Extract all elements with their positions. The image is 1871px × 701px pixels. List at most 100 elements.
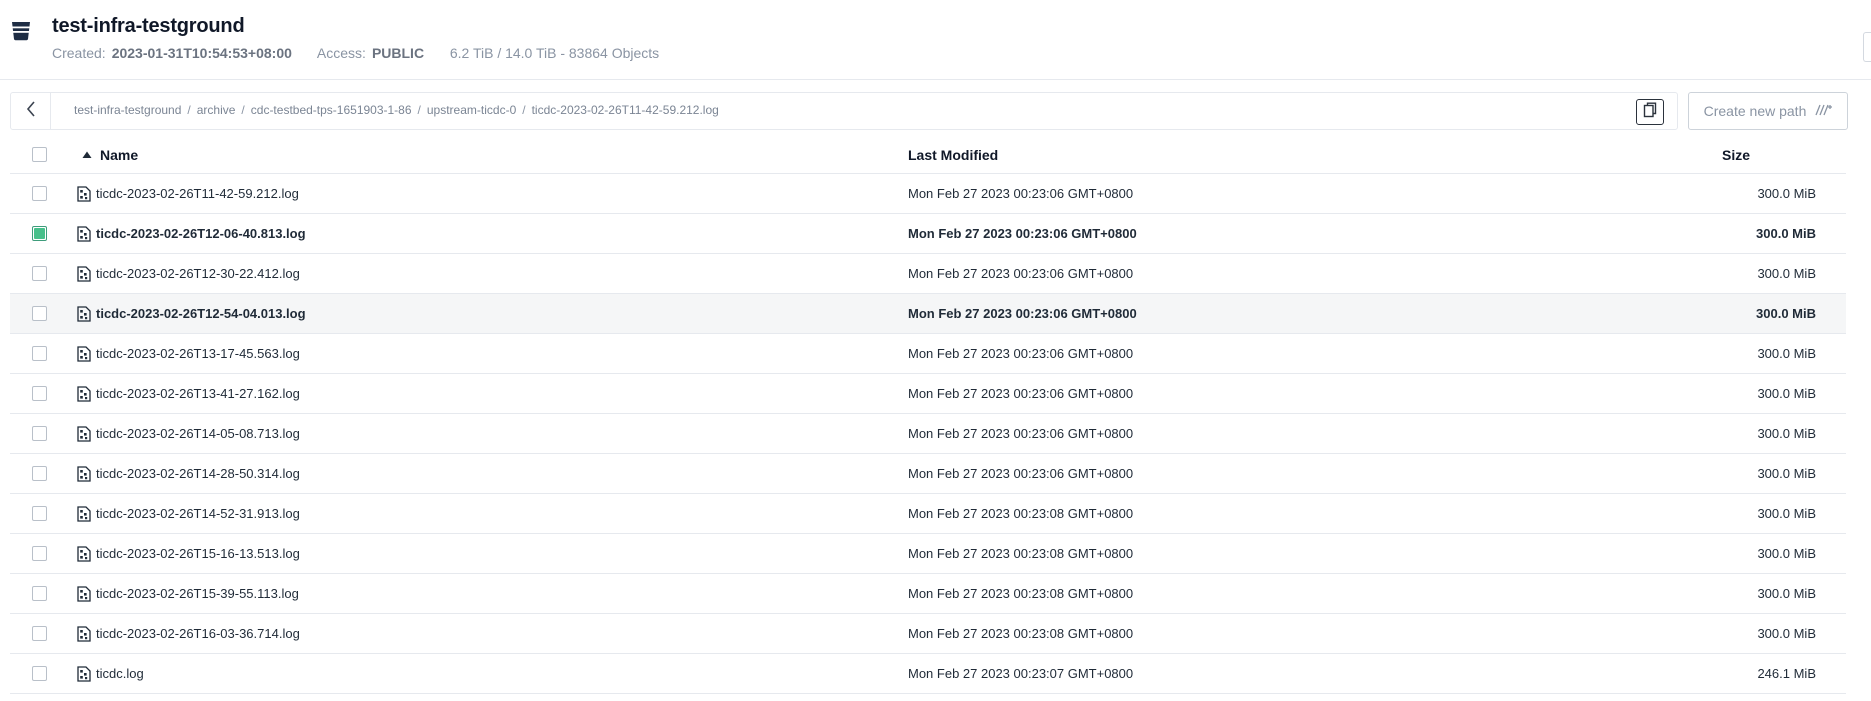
table-body: ticdc-2023-02-26T11-42-59.212.log Mon Fe… xyxy=(10,174,1846,694)
row-checkbox-cell xyxy=(32,294,48,333)
row-checkbox[interactable] xyxy=(32,546,47,561)
file-size: 246.1 MiB xyxy=(1757,666,1816,681)
row-checkbox[interactable] xyxy=(32,506,47,521)
table-row[interactable]: ticdc-2023-02-26T13-41-27.162.log Mon Fe… xyxy=(10,374,1846,414)
file-icon xyxy=(77,345,91,362)
file-size: 300.0 MiB xyxy=(1757,386,1816,401)
table-row[interactable]: ticdc-2023-02-26T14-28-50.314.log Mon Fe… xyxy=(10,454,1846,494)
object-table: Name Last Modified Size ticdc-2023-02-26… xyxy=(10,136,1846,694)
file-icon xyxy=(77,625,91,642)
copy-path-button[interactable] xyxy=(1636,99,1664,125)
file-icon xyxy=(77,225,91,242)
file-name-cell[interactable]: ticdc-2023-02-26T16-03-36.714.log xyxy=(77,614,300,653)
breadcrumb-current: ticdc-2023-02-26T11-42-59.212.log xyxy=(531,103,719,117)
breadcrumb-item[interactable]: upstream-ticdc-0 xyxy=(427,103,516,117)
row-checkbox[interactable] xyxy=(32,306,47,321)
column-header-size[interactable]: Size xyxy=(1722,136,1750,173)
usage-summary: 6.2 TiB / 14.0 TiB - 83864 Objects xyxy=(449,45,660,61)
row-checkbox-cell xyxy=(32,214,48,253)
last-modified: Mon Feb 27 2023 00:23:06 GMT+0800 xyxy=(908,426,1134,441)
file-name-cell[interactable]: ticdc-2023-02-26T14-05-08.713.log xyxy=(77,414,300,453)
table-row[interactable]: ticdc-2023-02-26T14-05-08.713.log Mon Fe… xyxy=(10,414,1846,454)
breadcrumb-item[interactable]: archive xyxy=(197,103,236,117)
last-modified: Mon Feb 27 2023 00:23:08 GMT+0800 xyxy=(908,506,1134,521)
file-name: ticdc-2023-02-26T15-16-13.513.log xyxy=(96,546,300,561)
copy-icon xyxy=(1643,102,1657,123)
table-row[interactable]: ticdc-2023-02-26T16-03-36.714.log Mon Fe… xyxy=(10,614,1846,654)
last-modified: Mon Feb 27 2023 00:23:06 GMT+0800 xyxy=(908,306,1137,321)
file-size: 300.0 MiB xyxy=(1757,626,1816,641)
table-row[interactable]: ticdc-2023-02-26T14-52-31.913.log Mon Fe… xyxy=(10,494,1846,534)
column-header-name-label: Name xyxy=(100,146,139,163)
file-name-cell[interactable]: ticdc-2023-02-26T15-16-13.513.log xyxy=(77,534,300,573)
last-modified: Mon Feb 27 2023 00:23:07 GMT+0800 xyxy=(908,666,1134,681)
last-modified: Mon Feb 27 2023 00:23:06 GMT+0800 xyxy=(908,266,1134,281)
header-action-button[interactable] xyxy=(1863,32,1871,62)
table-row[interactable]: ticdc-2023-02-26T12-06-40.813.log Mon Fe… xyxy=(10,214,1846,254)
file-name-cell[interactable]: ticdc.log xyxy=(77,654,144,693)
table-row[interactable]: ticdc-2023-02-26T12-54-04.013.log Mon Fe… xyxy=(10,294,1846,334)
last-modified: Mon Feb 27 2023 00:23:06 GMT+0800 xyxy=(908,466,1134,481)
table-row[interactable]: ticdc-2023-02-26T13-17-45.563.log Mon Fe… xyxy=(10,334,1846,374)
last-modified: Mon Feb 27 2023 00:23:06 GMT+0800 xyxy=(908,346,1134,361)
file-name: ticdc-2023-02-26T13-41-27.162.log xyxy=(96,386,300,401)
last-modified: Mon Feb 27 2023 00:23:08 GMT+0800 xyxy=(908,626,1134,641)
file-name-cell[interactable]: ticdc-2023-02-26T12-30-22.412.log xyxy=(77,254,300,293)
file-name: ticdc-2023-02-26T15-39-55.113.log xyxy=(96,586,299,601)
select-all-cell xyxy=(32,136,48,173)
create-new-path-button[interactable]: Create new path xyxy=(1688,92,1848,130)
table-row[interactable]: ticdc.log Mon Feb 27 2023 00:23:07 GMT+0… xyxy=(10,654,1846,694)
row-checkbox[interactable] xyxy=(32,586,47,601)
file-size: 300.0 MiB xyxy=(1756,306,1816,321)
breadcrumb-item[interactable]: cdc-testbed-tps-1651903-1-86 xyxy=(251,103,412,117)
file-icon xyxy=(77,185,91,202)
last-modified: Mon Feb 27 2023 00:23:06 GMT+0800 xyxy=(908,186,1134,201)
file-size: 300.0 MiB xyxy=(1757,586,1816,601)
row-checkbox[interactable] xyxy=(32,666,47,681)
file-size: 300.0 MiB xyxy=(1757,266,1816,281)
file-name-cell[interactable]: ticdc-2023-02-26T13-17-45.563.log xyxy=(77,334,300,373)
row-checkbox[interactable] xyxy=(32,346,47,361)
row-checkbox-cell xyxy=(32,174,48,213)
row-checkbox[interactable] xyxy=(32,186,47,201)
file-size: 300.0 MiB xyxy=(1757,426,1816,441)
file-name: ticdc-2023-02-26T16-03-36.714.log xyxy=(96,626,300,641)
breadcrumb-item[interactable]: test-infra-testground xyxy=(74,103,181,117)
table-row[interactable]: ticdc-2023-02-26T11-42-59.212.log Mon Fe… xyxy=(10,174,1846,214)
table-row[interactable]: ticdc-2023-02-26T15-16-13.513.log Mon Fe… xyxy=(10,534,1846,574)
file-name-cell[interactable]: ticdc-2023-02-26T12-06-40.813.log xyxy=(77,214,306,253)
column-header-modified[interactable]: Last Modified xyxy=(908,136,998,173)
file-name-cell[interactable]: ticdc-2023-02-26T14-52-31.913.log xyxy=(77,494,300,533)
file-name-cell[interactable]: ticdc-2023-02-26T12-54-04.013.log xyxy=(77,294,306,333)
breadcrumb-separator: / xyxy=(187,103,191,117)
file-name-cell[interactable]: ticdc-2023-02-26T13-41-27.162.log xyxy=(77,374,300,413)
last-modified: Mon Feb 27 2023 00:23:06 GMT+0800 xyxy=(908,386,1134,401)
row-checkbox[interactable] xyxy=(32,226,47,241)
file-size: 300.0 MiB xyxy=(1757,506,1816,521)
select-all-checkbox[interactable] xyxy=(32,147,47,162)
file-name-cell[interactable]: ticdc-2023-02-26T11-42-59.212.log xyxy=(77,174,299,213)
row-checkbox-cell xyxy=(32,374,48,413)
checkmark-fill xyxy=(34,228,45,239)
row-checkbox[interactable] xyxy=(32,266,47,281)
column-header-name[interactable]: Name xyxy=(82,136,138,173)
file-size: 300.0 MiB xyxy=(1757,186,1816,201)
last-modified: Mon Feb 27 2023 00:23:08 GMT+0800 xyxy=(908,546,1134,561)
bucket-header: test-infra-testground Created: 2023-01-31… xyxy=(0,0,1871,80)
last-modified: Mon Feb 27 2023 00:23:08 GMT+0800 xyxy=(908,586,1134,601)
table-row[interactable]: ticdc-2023-02-26T15-39-55.113.log Mon Fe… xyxy=(10,574,1846,614)
file-name: ticdc-2023-02-26T14-52-31.913.log xyxy=(96,506,300,521)
table-row[interactable]: ticdc-2023-02-26T12-30-22.412.log Mon Fe… xyxy=(10,254,1846,294)
back-button[interactable] xyxy=(11,93,51,129)
file-icon xyxy=(77,505,91,522)
file-size: 300.0 MiB xyxy=(1757,346,1816,361)
breadcrumb-separator: / xyxy=(417,103,421,117)
row-checkbox[interactable] xyxy=(32,626,47,641)
row-checkbox[interactable] xyxy=(32,386,47,401)
file-icon xyxy=(77,545,91,562)
file-name-cell[interactable]: ticdc-2023-02-26T15-39-55.113.log xyxy=(77,574,299,613)
row-checkbox[interactable] xyxy=(32,426,47,441)
row-checkbox[interactable] xyxy=(32,466,47,481)
file-icon xyxy=(77,585,91,602)
file-name-cell[interactable]: ticdc-2023-02-26T14-28-50.314.log xyxy=(77,454,300,493)
